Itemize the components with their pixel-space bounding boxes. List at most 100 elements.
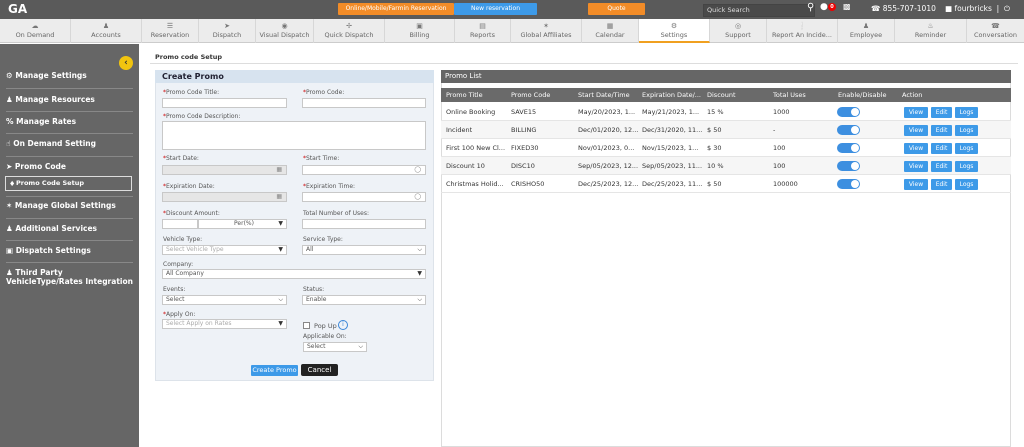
expiration-time-input[interactable]: ◯	[302, 192, 426, 202]
collapse-sidebar-button[interactable]: ‹	[119, 56, 133, 70]
view-button[interactable]: View	[904, 143, 928, 154]
enable-toggle[interactable]	[837, 125, 860, 135]
column-header[interactable]: Start Date/Time	[578, 88, 630, 102]
apply-on-select[interactable]: Select Apply on Rates ▼	[162, 319, 287, 329]
user-menu[interactable]: ■ fourbricks | ⏻	[945, 4, 1010, 14]
quote-button[interactable]: Quote	[588, 3, 645, 15]
enable-toggle[interactable]	[837, 143, 860, 153]
vehicle-type-select[interactable]: Select Vehicle Type ▼	[162, 245, 287, 255]
promo-title-cell: Christmas Holid...	[446, 180, 504, 188]
events-select[interactable]: Select ⌵	[162, 295, 287, 305]
status-select[interactable]: Enable ⌵	[302, 295, 426, 305]
edit-button[interactable]: Edit	[931, 107, 952, 118]
promo-title-cell: Online Booking	[446, 108, 496, 116]
logs-button[interactable]: Logs	[955, 143, 978, 154]
column-header[interactable]: Enable/Disable	[838, 88, 886, 102]
edit-button[interactable]: Edit	[931, 125, 952, 136]
phone-number[interactable]: ☎ 855-707-1010	[871, 4, 936, 13]
nav-accounts[interactable]: ♟ Accounts	[71, 19, 142, 43]
cancel-button[interactable]: Cancel	[301, 364, 338, 376]
sidebar-subitem-promo-code-setup[interactable]: ♦ Promo Code Setup	[5, 176, 132, 191]
expiration-date-cell: Dec/25/2023, 11...	[642, 180, 703, 188]
chevron-down-icon: ▼	[278, 320, 283, 327]
sidebar-item-manage-rates[interactable]: % Manage Rates	[0, 117, 139, 126]
edit-button[interactable]: Edit	[931, 161, 952, 172]
total-uses-input[interactable]	[302, 219, 426, 229]
column-header[interactable]: Total Uses	[773, 88, 806, 102]
calendar-icon[interactable]: ▦	[276, 166, 282, 174]
power-icon[interactable]: ⏻	[1004, 4, 1010, 13]
nav-conversation[interactable]: ☎ Conversation	[967, 19, 1024, 43]
expiration-date-input[interactable]: ▦	[162, 192, 287, 202]
promo-description-textarea[interactable]	[162, 121, 426, 150]
online-reservation-button[interactable]: Online/Mobile/Farmin Reservation	[338, 3, 454, 15]
sidebar-item-additional-services[interactable]: ♟ Additional Services	[0, 224, 139, 233]
column-header[interactable]: Promo Code	[511, 88, 550, 102]
sidebar-item-on-demand-setting[interactable]: ☝ On Demand Setting	[0, 139, 139, 148]
nav-dispatch[interactable]: ➤ Dispatch	[199, 19, 256, 43]
company-select[interactable]: All Company ▼	[162, 269, 426, 279]
nav-settings[interactable]: ⚙ Settings	[639, 19, 710, 43]
column-header[interactable]: Expiration Date/...	[642, 88, 701, 102]
nav-reminder[interactable]: ♨ Reminder	[895, 19, 967, 43]
nav-global-affiliates[interactable]: ✶ Global Affiliates	[511, 19, 582, 43]
nav-calendar[interactable]: ▦ Calendar	[582, 19, 639, 43]
report-icon: ▤	[479, 22, 486, 30]
start-date-cell: Sep/05/2023, 12...	[578, 162, 639, 170]
enable-toggle[interactable]	[837, 107, 860, 117]
discount-amount-input[interactable]	[162, 219, 198, 229]
logs-button[interactable]: Logs	[955, 161, 978, 172]
nav-support[interactable]: ◎ Support	[710, 19, 767, 43]
app-logo[interactable]: GA	[8, 2, 27, 16]
sidebar-item-third-party[interactable]: ♟ Third Party VehicleType/Rates Integrat…	[0, 268, 139, 286]
discount-type-select[interactable]: Per(%) ▼	[198, 219, 287, 229]
info-icon[interactable]: i	[338, 320, 348, 330]
notification-icon[interactable]: ●	[820, 2, 828, 12]
service-type-select[interactable]: All ⌵	[302, 245, 426, 255]
nav-quick-dispatch[interactable]: ✢ Quick Dispatch	[314, 19, 385, 43]
sidebar-item-dispatch-settings[interactable]: ▣ Dispatch Settings	[0, 246, 139, 255]
sidebar-item-manage-global-settings[interactable]: ✶ Manage Global Settings	[0, 201, 139, 210]
nav-report-incident[interactable]: ❕ Report An Incide...	[767, 19, 838, 43]
nav-reservation[interactable]: ☰ Reservation	[142, 19, 199, 43]
alert-icon: ❕	[797, 22, 807, 30]
view-button[interactable]: View	[904, 179, 928, 190]
clock-icon[interactable]: ◯	[414, 193, 421, 201]
enable-toggle[interactable]	[837, 161, 860, 171]
form-title: Create Promo	[155, 70, 434, 83]
view-button[interactable]: View	[904, 107, 928, 118]
enable-toggle[interactable]	[837, 179, 860, 189]
sidebar-item-promo-code[interactable]: ➤ Promo Code	[0, 162, 139, 171]
new-reservation-button[interactable]: New reservation	[454, 3, 537, 15]
car-icon: ▣	[6, 246, 14, 255]
nav-on-demand[interactable]: ☁ On Demand	[0, 19, 71, 43]
promo-title-input[interactable]	[162, 98, 287, 108]
nav-employee[interactable]: ♟ Employee	[838, 19, 895, 43]
nav-reports[interactable]: ▤ Reports	[455, 19, 511, 43]
table-row: Discount 10 DISC10 Sep/05/2023, 12... Se…	[441, 157, 1011, 175]
clock-icon[interactable]: ◯	[414, 166, 421, 174]
calendar-icon[interactable]: ▦	[276, 193, 282, 201]
column-header[interactable]: Discount	[707, 88, 736, 102]
logs-button[interactable]: Logs	[955, 125, 978, 136]
quick-search-input[interactable]: Quick Search	[703, 4, 815, 17]
edit-button[interactable]: Edit	[931, 143, 952, 154]
column-header[interactable]: Promo Title	[446, 88, 483, 102]
start-date-input[interactable]: ▦	[162, 165, 287, 175]
create-promo-button[interactable]: Create Promo	[251, 365, 298, 376]
nav-billing[interactable]: ▣ Billing	[385, 19, 455, 43]
edit-button[interactable]: Edit	[931, 179, 952, 190]
search-icon[interactable]: ⚲	[807, 2, 814, 13]
sidebar-item-manage-settings[interactable]: ⚙ Manage Settings	[0, 71, 139, 80]
applicable-on-select[interactable]: Select ⌵	[303, 342, 367, 352]
logs-button[interactable]: Logs	[955, 179, 978, 190]
view-button[interactable]: View	[904, 125, 928, 136]
sidebar-item-manage-resources[interactable]: ♟ Manage Resources	[0, 95, 139, 104]
chart-icon[interactable]: ▩	[843, 2, 851, 11]
start-time-input[interactable]: ◯	[302, 165, 426, 175]
nav-visual-dispatch[interactable]: ◉ Visual Dispatch	[256, 19, 314, 43]
popup-checkbox[interactable]	[303, 322, 310, 329]
promo-code-input[interactable]	[302, 98, 426, 108]
view-button[interactable]: View	[904, 161, 928, 172]
logs-button[interactable]: Logs	[955, 107, 978, 118]
